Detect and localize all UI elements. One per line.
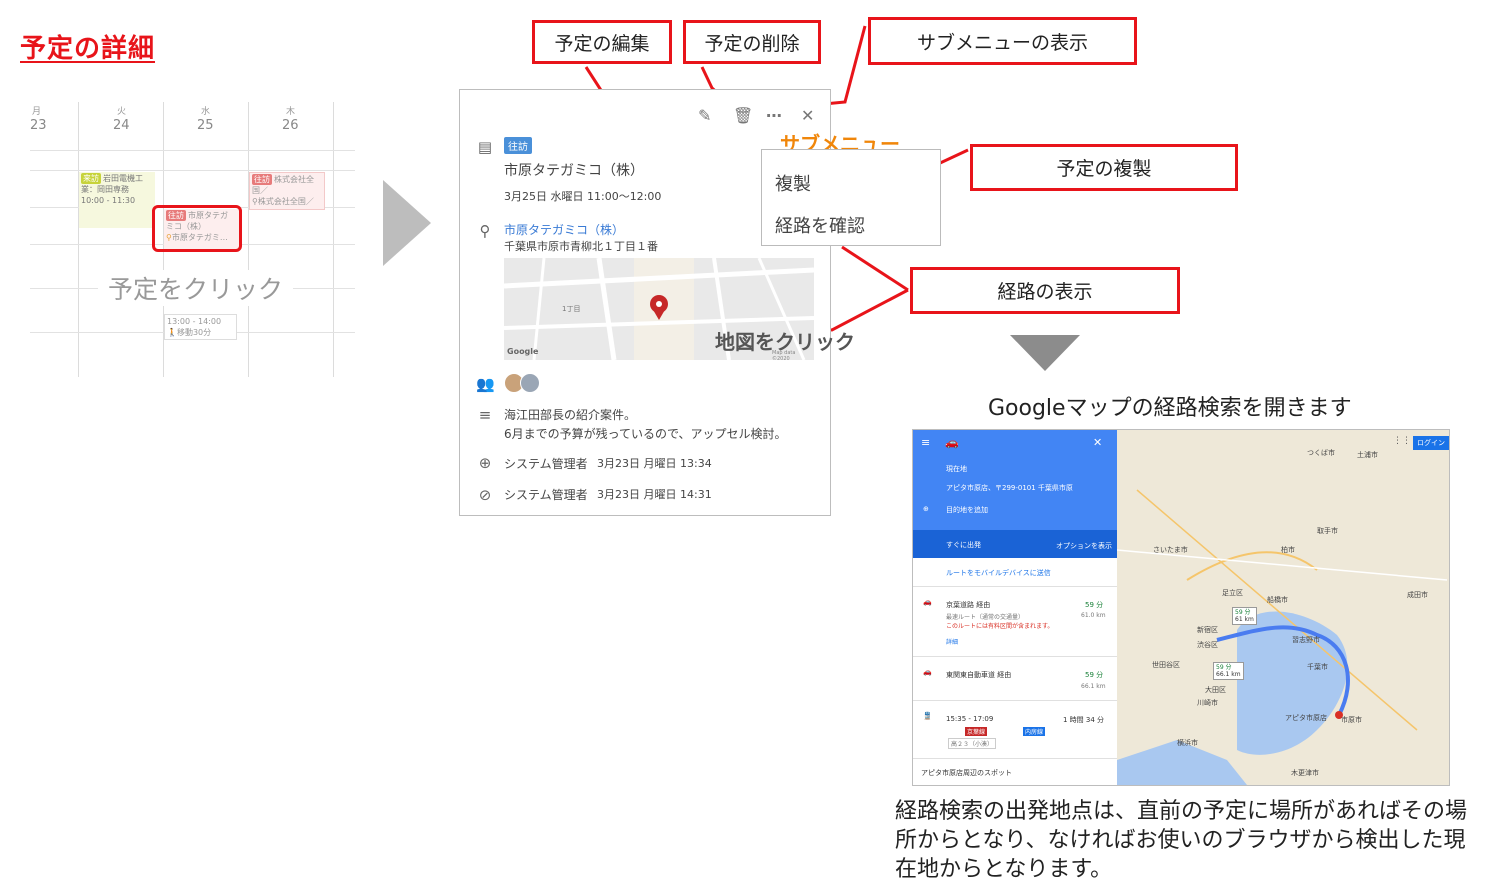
transit-time[interactable]: 15:35 - 17:09 [946, 715, 993, 723]
plus-icon: ⊕ [923, 505, 929, 513]
map-place-label: 柏市 [1281, 546, 1295, 554]
description-line: 6月までの予算が残っているので、アップセル検討。 [504, 427, 787, 441]
event-datetime: 3月25日 水曜日 11:00～12:00 [504, 190, 662, 203]
gmaps-map[interactable]: さいたま市 船橋市 千葉市 川崎市 横浜市 新宿区 渋谷区 世田谷区 大田区 足… [1116, 430, 1449, 785]
location-link[interactable]: 市原タテガミコ（株） [504, 221, 624, 238]
map-place-label: 新宿区 [1197, 626, 1218, 634]
map-place-label: 成田市 [1407, 591, 1428, 599]
map-label: 1丁目 [562, 305, 581, 313]
map-place-label: アピタ市原店 [1285, 714, 1327, 722]
line-badge: 内房線 [1023, 727, 1046, 736]
divider [913, 586, 1117, 587]
event-tag: 往訪 [504, 137, 532, 154]
updated-icon: ⊘ [478, 486, 492, 504]
origin-field[interactable]: 現在地 [946, 464, 967, 474]
created-at: 3月23日 月曜日 13:34 [597, 457, 712, 470]
bus-stop: 高２３（小湊） [948, 738, 997, 749]
gmaps-caption: Googleマップの経路検索を開きます [988, 396, 1352, 421]
route-warning: このルートには有料区間が含まれます。 [946, 623, 1054, 630]
bubble-distance: 66.1 km [1216, 671, 1241, 678]
map-place-label: 習志野市 [1292, 636, 1320, 644]
submenu-item-route[interactable]: 経路を確認 [775, 212, 865, 238]
divider [913, 700, 1117, 701]
close-icon[interactable]: ✕ [1093, 436, 1102, 449]
route-bubble[interactable]: 59 分 61 km [1232, 607, 1257, 625]
route-name[interactable]: 京葉道路 経由 [946, 600, 990, 610]
created-by: システム管理者 [504, 457, 588, 471]
calendar-icon: ▤ [477, 138, 493, 156]
map-place-label: 横浜市 [1177, 739, 1198, 747]
location-address: 千葉県市原市青柳北１丁目１番 [504, 240, 658, 253]
footer-note: 経路検索の出発地点は、直前の予定に場所があればその場所からとなり、なければお使い… [895, 799, 1468, 882]
map-place-label: 木更津市 [1291, 769, 1319, 777]
map-place-label: つくば市 [1307, 449, 1335, 457]
more-icon[interactable]: ⋯ [766, 106, 782, 125]
apps-grid-icon[interactable]: ⋮⋮ [1393, 436, 1411, 446]
updated-at: 3月23日 月曜日 14:31 [597, 488, 712, 501]
menu-icon[interactable]: ≡ [921, 436, 930, 449]
car-icon: 🚗 [923, 668, 932, 676]
map-place-label: 船橋市 [1267, 596, 1288, 604]
map-place-label: さいたま市 [1153, 546, 1188, 554]
map-click-hint: 地図をクリック [715, 330, 855, 354]
down-arrow-icon [1010, 335, 1080, 371]
route-time: 59 分 [1085, 671, 1104, 679]
gmaps-map-graphic [1116, 430, 1449, 785]
map-place-label: 大田区 [1205, 686, 1226, 694]
options-link[interactable]: オプションを表示 [1056, 541, 1112, 551]
route-name[interactable]: 東関東自動車道 経由 [946, 670, 1011, 680]
divider [913, 758, 1117, 759]
bubble-time: 59 分 [1216, 664, 1232, 671]
people-icon: 👥 [476, 375, 495, 393]
submenu: 複製 経路を確認 [761, 149, 941, 246]
callout-duplicate: 予定の複製 [970, 144, 1238, 191]
destination-field[interactable]: アピタ市原店、〒299-0101 千葉県市原 [946, 483, 1073, 493]
map-place-label: 足立区 [1222, 589, 1243, 597]
map-place-label: 渋谷区 [1197, 641, 1218, 649]
gmaps-directions-panel: ≡ 🚗 ✕ 現在地 アピタ市原店、〒299-0101 千葉県市原 目的地を追加 … [913, 430, 1117, 785]
google-logo: Google [507, 347, 539, 356]
map-place-label: 市原市 [1341, 716, 1362, 724]
depart-select[interactable]: すぐに出発 [946, 540, 981, 550]
line-badge: 京葉線 [965, 727, 988, 736]
map-place-label: 土浦市 [1357, 451, 1378, 459]
bubble-distance: 61 km [1235, 616, 1254, 623]
location-pin-icon: ⚲ [479, 222, 491, 240]
nearby-spots[interactable]: アピタ市原店周辺のスポット [921, 768, 1012, 778]
divider [913, 656, 1117, 657]
submenu-item-duplicate[interactable]: 複製 [775, 170, 811, 196]
car-icon[interactable]: 🚗 [945, 436, 959, 449]
route-sub: 最速ルート（通常の交通量） [946, 614, 1025, 621]
route-dist: 66.1 km [1081, 683, 1106, 690]
description-line: 海江田部長の紹介案件。 [504, 408, 637, 422]
route-time: 59 分 [1085, 601, 1104, 609]
updated-by: システム管理者 [504, 488, 588, 502]
car-icon: 🚗 [923, 598, 932, 606]
login-button[interactable]: ログイン [1413, 436, 1449, 450]
created-icon: ⊕ [478, 454, 492, 472]
route-bubble[interactable]: 59 分 66.1 km [1213, 662, 1244, 680]
map-place-label: 川崎市 [1197, 699, 1218, 707]
map-place-label: 世田谷区 [1152, 661, 1180, 669]
callout-route-show: 経路の表示 [910, 267, 1180, 314]
transit-duration: 1 時間 34 分 [1063, 716, 1105, 724]
map-place-label: 取手市 [1317, 527, 1338, 535]
bubble-time: 59 分 [1235, 609, 1251, 616]
trash-icon[interactable]: 🗑 [733, 106, 753, 125]
google-maps-screenshot: ≡ 🚗 ✕ 現在地 アピタ市原店、〒299-0101 千葉県市原 目的地を追加 … [912, 429, 1450, 786]
edit-icon[interactable]: ✎ [698, 106, 711, 125]
event-title: 市原タテガミコ（株） [504, 163, 644, 179]
map-place-label: 千葉市 [1307, 663, 1328, 671]
add-destination[interactable]: 目的地を追加 [946, 505, 988, 515]
send-to-device[interactable]: ルートをモバイルデバイスに送信 [946, 568, 1051, 578]
description-icon: ≡ [478, 406, 492, 424]
route-detail-link[interactable]: 詳細 [946, 637, 958, 646]
train-icon: 🚆 [923, 712, 932, 720]
close-icon[interactable]: ✕ [801, 106, 814, 125]
route-dist: 61.0 km [1081, 612, 1106, 619]
avatar[interactable] [520, 373, 540, 393]
